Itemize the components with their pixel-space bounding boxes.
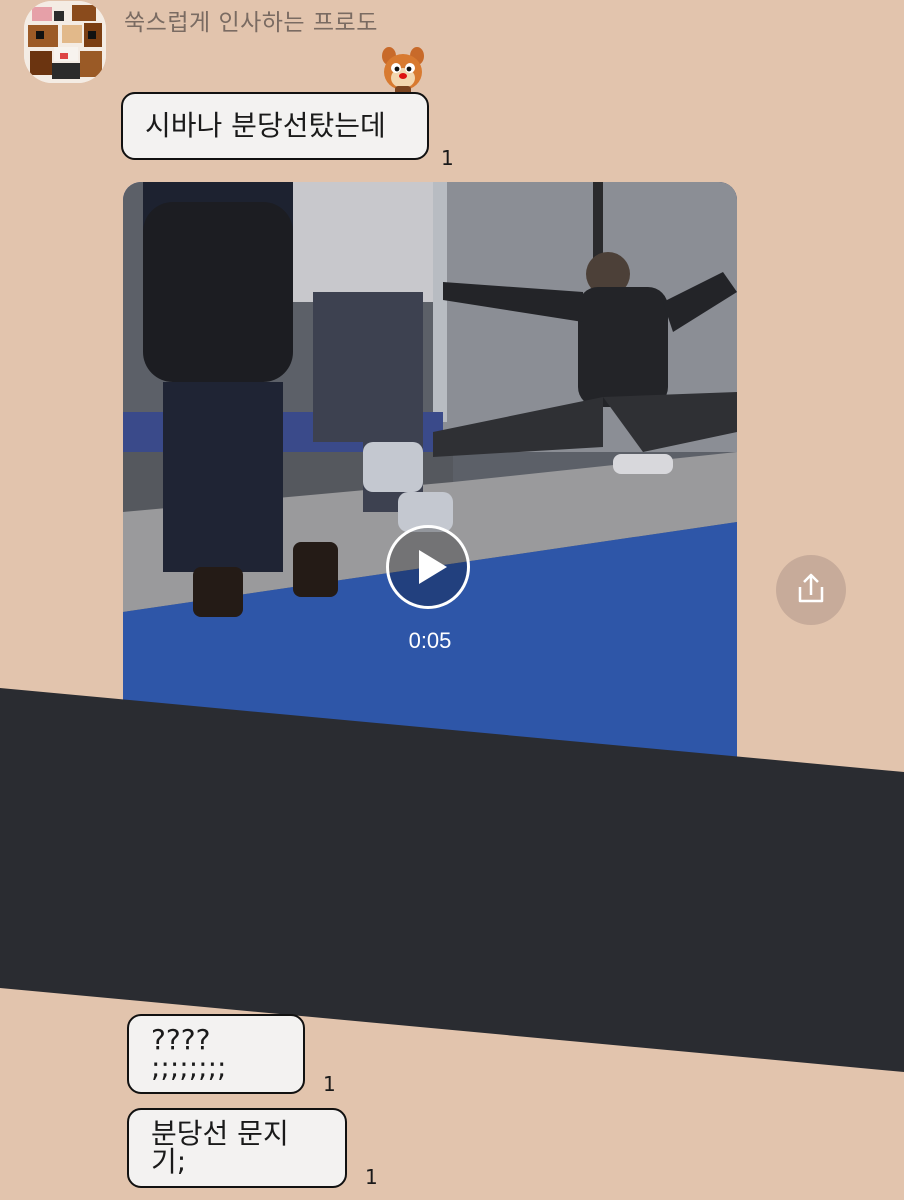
message-bubble[interactable]: 시바나 분당선탔는데 (121, 92, 429, 160)
message-bubble[interactable]: ???? ;;;;;;;; (127, 1014, 305, 1094)
message-text: 분당선 문지기; (151, 1117, 289, 1178)
sender-name: 쑥스럽게 인사하는 프로도 (124, 10, 378, 36)
unread-count: 1 (441, 146, 454, 170)
share-icon (798, 573, 824, 603)
video-duration: 0:05 (408, 628, 452, 653)
message-text: 시바나 분당선탔는데 (145, 109, 386, 142)
avatar[interactable] (24, 1, 106, 83)
message-bubble[interactable]: 분당선 문지기; (127, 1108, 347, 1188)
unread-count: 1 (365, 1165, 378, 1189)
play-icon (419, 550, 447, 584)
pixel-character-avatar-icon (24, 1, 106, 83)
message-text: ???? ;;;;;;;; (151, 1023, 227, 1084)
video-message[interactable]: 0:05 (123, 182, 737, 802)
chipmunk-sticker-icon (380, 46, 426, 98)
video-thumbnail (123, 182, 737, 802)
play-button[interactable] (386, 525, 470, 609)
share-button[interactable] (776, 555, 846, 625)
unread-count: 1 (323, 1072, 336, 1096)
